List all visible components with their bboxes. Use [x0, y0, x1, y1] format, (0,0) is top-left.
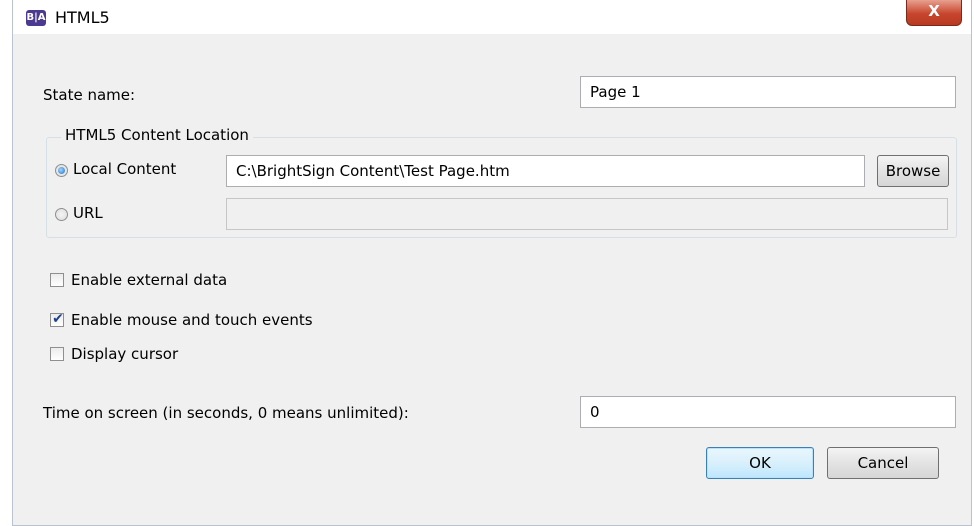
local-content-radio[interactable]	[55, 164, 68, 177]
time-on-screen-label: Time on screen (in seconds, 0 means unli…	[43, 404, 409, 422]
url-input[interactable]	[226, 198, 948, 230]
state-name-input[interactable]: Page 1	[580, 76, 956, 108]
close-button[interactable]: X	[906, 0, 962, 26]
enable-mouse-touch-checkbox[interactable]: ✔	[50, 311, 64, 327]
state-name-label: State name:	[43, 86, 136, 104]
enable-external-data-label[interactable]: Enable external data	[71, 271, 227, 289]
close-icon: X	[928, 2, 940, 20]
display-cursor-label[interactable]: Display cursor	[71, 345, 178, 363]
title-bar: B|A HTML5 X	[13, 0, 971, 34]
ok-button[interactable]: OK	[706, 447, 814, 479]
content-location-group-title: HTML5 Content Location	[61, 126, 253, 144]
window-title: HTML5	[55, 8, 110, 27]
brightauthor-app-icon: B|A	[26, 10, 46, 26]
enable-external-data-checkbox[interactable]	[50, 273, 64, 287]
browse-button[interactable]: Browse	[877, 155, 949, 187]
html5-dialog: B|A HTML5 X State name: Page 1 HTML5 Con…	[12, 0, 972, 526]
url-label[interactable]: URL	[73, 204, 103, 222]
enable-mouse-touch-label[interactable]: Enable mouse and touch events	[71, 311, 313, 329]
local-content-path-input[interactable]: C:\BrightSign Content\Test Page.htm	[226, 155, 865, 187]
url-radio[interactable]	[55, 208, 68, 221]
checkmark-icon: ✔	[52, 311, 64, 327]
cancel-button[interactable]: Cancel	[827, 447, 939, 479]
time-on-screen-input[interactable]: 0	[580, 396, 956, 428]
display-cursor-checkbox[interactable]	[50, 347, 64, 361]
local-content-label[interactable]: Local Content	[73, 160, 176, 178]
